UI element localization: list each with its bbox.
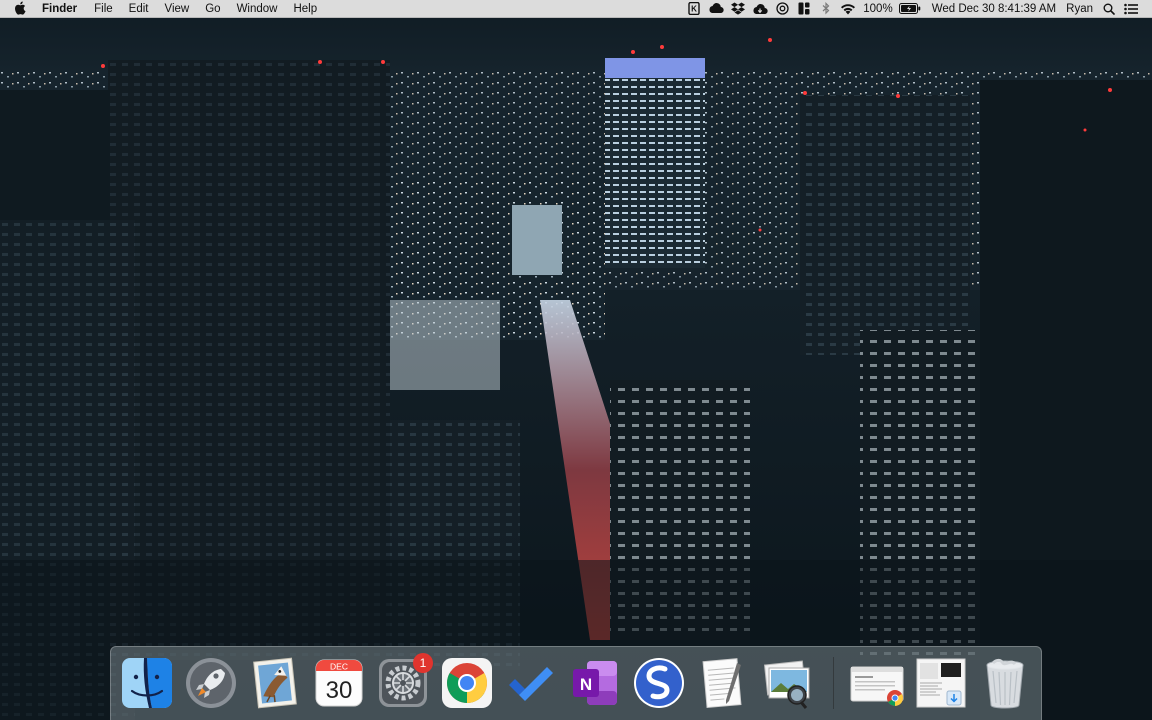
- menu-window[interactable]: Window: [229, 0, 286, 18]
- menu-file[interactable]: File: [86, 0, 121, 18]
- notification-center-icon[interactable]: [1120, 0, 1142, 18]
- dock-preview[interactable]: [759, 655, 815, 711]
- dock-trash[interactable]: [977, 655, 1033, 711]
- menu-view[interactable]: View: [157, 0, 198, 18]
- spotlight-search-icon[interactable]: [1098, 0, 1120, 18]
- wifi-icon[interactable]: [837, 0, 859, 18]
- menu-edit[interactable]: Edit: [121, 0, 157, 18]
- battery-percent: 100%: [863, 2, 893, 15]
- app-name-menu[interactable]: Finder: [40, 0, 86, 18]
- dock-mail[interactable]: [247, 655, 303, 711]
- dock-textedit[interactable]: [695, 655, 751, 711]
- calendar-icon: DEC 30: [315, 659, 363, 707]
- dock-chrome[interactable]: [439, 655, 495, 711]
- target-icon[interactable]: [771, 0, 793, 18]
- finder-icon: [122, 658, 172, 708]
- bluetooth-icon[interactable]: [815, 0, 837, 18]
- notification-badge: 1: [413, 653, 433, 673]
- onenote-icon: N: [573, 661, 617, 705]
- dock-system-preferences[interactable]: 1: [375, 653, 433, 711]
- creative-cloud-icon[interactable]: [749, 0, 771, 18]
- user-name-menu[interactable]: Ryan: [1061, 0, 1098, 18]
- calendar-month: DEC: [330, 662, 348, 672]
- battery-status[interactable]: 100%: [859, 0, 926, 18]
- battery-icon: [898, 3, 920, 14]
- downloads-stack-icon: [916, 658, 966, 708]
- chrome-icon: [442, 658, 492, 708]
- todo-icon: [509, 667, 553, 701]
- split-view-icon[interactable]: [793, 0, 815, 18]
- cloud-icon[interactable]: [705, 0, 727, 18]
- dock-launchpad[interactable]: [183, 655, 239, 711]
- apple-menu-icon[interactable]: [0, 0, 40, 18]
- minimized-chrome-window-icon: [850, 666, 904, 706]
- dock-divider: [833, 657, 834, 709]
- preview-icon: [763, 660, 810, 709]
- menu-help[interactable]: Help: [285, 0, 325, 18]
- trash-icon: [986, 658, 1024, 709]
- svg-text:N: N: [580, 675, 592, 694]
- dock-simplenote[interactable]: [631, 655, 687, 711]
- dock-minimized-chrome-window[interactable]: [849, 655, 905, 711]
- kindle-icon[interactable]: K: [683, 0, 705, 18]
- dock: DEC 30 1 N: [110, 646, 1042, 720]
- dock-finder[interactable]: [119, 655, 175, 711]
- dock-onenote[interactable]: N: [567, 655, 623, 711]
- menu-bar: Finder File Edit View Go Window Help K 1…: [0, 0, 1152, 18]
- calendar-day: 30: [326, 677, 353, 704]
- dock-calendar[interactable]: DEC 30: [311, 655, 367, 711]
- simplenote-icon: [634, 658, 684, 708]
- mail-icon: [253, 657, 297, 709]
- menu-go[interactable]: Go: [197, 0, 228, 18]
- dock-downloads-stack[interactable]: [913, 655, 969, 711]
- launchpad-icon: [186, 658, 236, 708]
- clock[interactable]: Wed Dec 30 8:41:39 AM: [927, 0, 1061, 18]
- dock-todo[interactable]: [503, 655, 559, 711]
- textedit-icon: [702, 658, 742, 709]
- svg-text:K: K: [691, 5, 697, 14]
- desktop-wallpaper: [0, 0, 1152, 720]
- dropbox-icon[interactable]: [727, 0, 749, 18]
